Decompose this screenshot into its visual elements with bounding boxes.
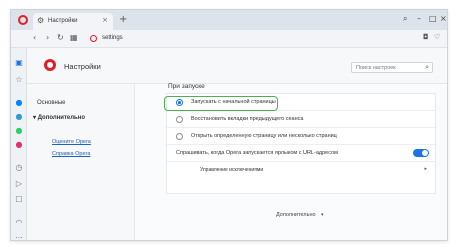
opera-page-icon: [90, 35, 97, 42]
messenger-icon[interactable]: ●: [14, 98, 24, 107]
opera-logo-icon: [44, 59, 56, 71]
send-icon[interactable]: ▷: [14, 179, 24, 188]
address-bar: ‹ › ↻ ▦ settings ◘ ♡: [11, 30, 447, 48]
search-tabs-icon[interactable]: ⌕: [403, 14, 407, 24]
settings-header: Настройки ⌕: [27, 48, 447, 84]
camera-icon[interactable]: ◘: [423, 33, 429, 41]
whatsapp-icon[interactable]: ●: [14, 126, 24, 135]
more-settings-link[interactable]: Дополнительно: [276, 212, 316, 218]
speed-dial-sidebar-icon[interactable]: ▣: [14, 58, 24, 67]
startup-option-label: Восстановить вкладки предыдущего сеанса: [191, 116, 304, 122]
address-field[interactable]: settings: [102, 35, 123, 41]
settings-search[interactable]: ⌕: [351, 62, 433, 73]
radio-button[interactable]: [176, 116, 183, 123]
telegram-icon[interactable]: ●: [14, 112, 24, 121]
window-close-icon[interactable]: ×: [440, 14, 447, 23]
opera-menu-icon[interactable]: [18, 15, 28, 25]
tab-settings[interactable]: ⚙ Настройки ×: [33, 13, 113, 30]
manage-exceptions-label: Управление исключениями: [200, 167, 264, 173]
clock-icon[interactable]: ◷: [14, 163, 24, 172]
startup-option-row[interactable]: Открыть определенную страницу или нескол…: [167, 128, 437, 145]
tab-bar: ⚙ Настройки × + ⌕ – □ ×: [11, 10, 447, 30]
opera-sidebar: ▣ ☆ ● ● ● ● ◷ ▷ ☐ ◠ …: [11, 48, 27, 240]
section-title: При запуске: [168, 83, 205, 90]
back-icon[interactable]: ‹: [33, 33, 36, 42]
nav-item-basic[interactable]: Основные: [37, 100, 65, 106]
vpn-icon[interactable]: ☐: [14, 195, 24, 204]
search-icon: ⌕: [425, 63, 429, 71]
heart-icon[interactable]: ♡: [434, 33, 440, 41]
nav-item-advanced[interactable]: ▾ Дополнительно: [33, 114, 85, 121]
nav-item-advanced-label: Дополнительно: [37, 115, 86, 121]
close-icon[interactable]: ×: [102, 16, 108, 24]
startup-option-label: Открыть определенную страницу или нескол…: [191, 133, 337, 139]
url-shortcut-toggle[interactable]: [413, 149, 429, 157]
manage-exceptions-row[interactable]: Управление исключениями ▸: [167, 162, 437, 179]
forward-icon[interactable]: ›: [46, 33, 49, 42]
opera-help-link[interactable]: Справка Opera: [52, 151, 90, 157]
search-input[interactable]: [356, 65, 416, 71]
chevron-right-icon: ▸: [424, 166, 427, 172]
maximize-icon[interactable]: □: [429, 14, 437, 23]
speed-dial-icon[interactable]: ▦: [70, 33, 78, 42]
page-title: Настройки: [64, 62, 101, 71]
selection-highlight: [164, 96, 278, 111]
more-icon[interactable]: …: [14, 231, 24, 240]
bookmarks-icon[interactable]: ☆: [14, 75, 24, 84]
gear-icon: ⚙: [37, 16, 45, 25]
minimize-icon[interactable]: –: [417, 14, 421, 23]
settings-nav: Основные ▾ Дополнительно Оцените Opera С…: [27, 84, 135, 240]
radio-button[interactable]: [176, 133, 183, 140]
startup-option-row[interactable]: Восстановить вкладки предыдущего сеанса: [167, 111, 437, 128]
url-shortcut-row: Спрашивать, когда Opera запускается ярлы…: [167, 145, 437, 162]
url-shortcut-label: Спрашивать, когда Opera запускается ярлы…: [176, 150, 338, 156]
new-tab-icon[interactable]: +: [119, 14, 127, 25]
tab-title: Настройки: [48, 18, 78, 24]
chat-icon[interactable]: ◠: [14, 218, 24, 227]
instagram-icon[interactable]: ●: [14, 140, 24, 149]
reload-icon[interactable]: ↻: [57, 33, 64, 42]
rate-opera-link[interactable]: Оцените Opera: [52, 139, 91, 145]
chevron-down-icon[interactable]: ▾: [321, 212, 324, 218]
